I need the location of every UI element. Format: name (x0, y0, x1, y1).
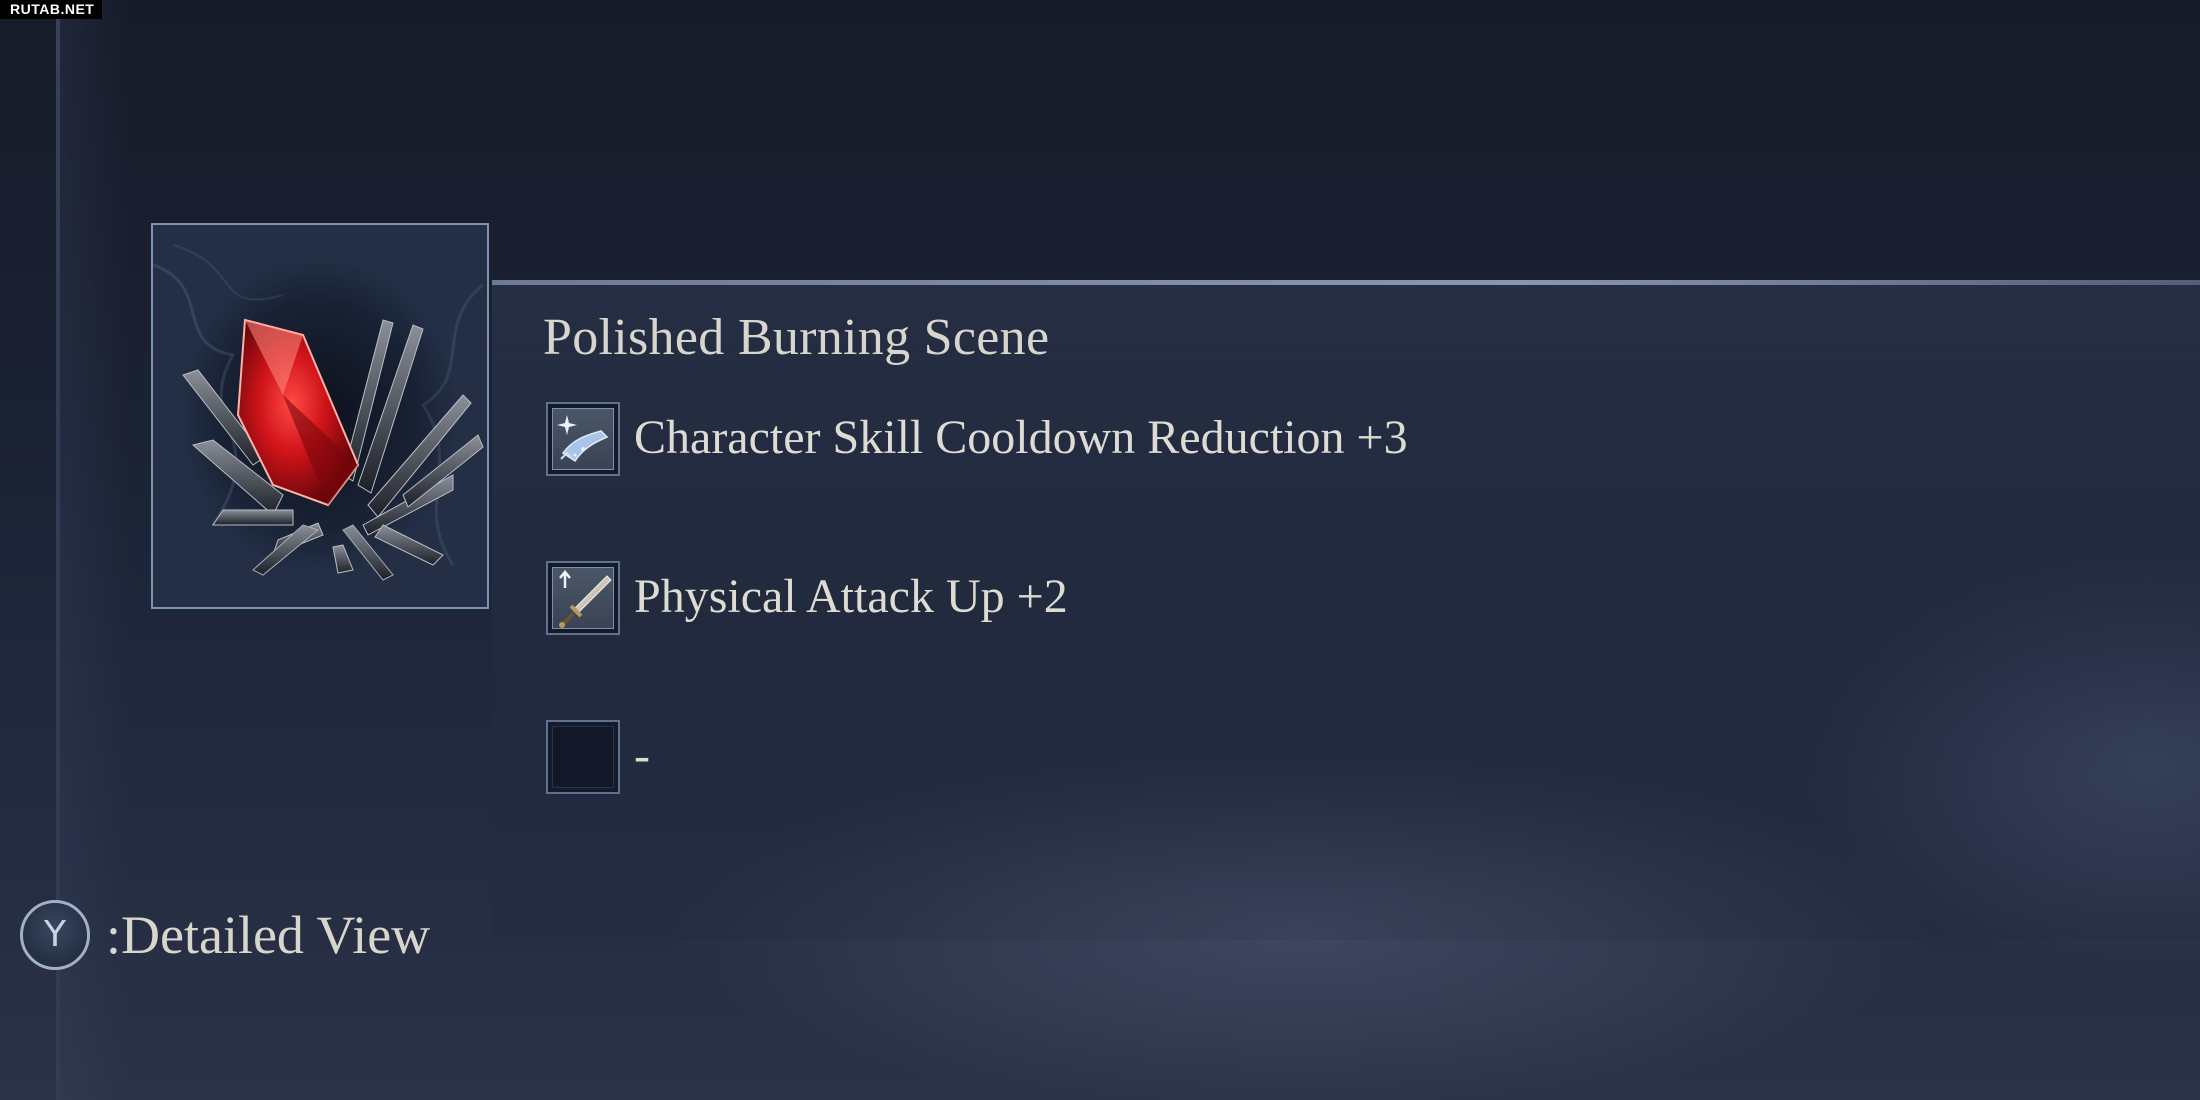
effect-text: Character Skill Cooldown Reduction +3 (634, 411, 1408, 464)
y-button-icon[interactable]: Y (20, 900, 90, 970)
item-name: Polished Burning Scene (543, 309, 1050, 366)
empty-slot-icon (546, 720, 620, 794)
red-crystal-relic-icon (153, 244, 484, 581)
sword-attack-up-icon (546, 561, 620, 635)
effect-text: Physical Attack Up +2 (634, 570, 1068, 623)
watermark-label: RUTAB.NET (0, 0, 103, 19)
panel-divider (492, 280, 2200, 285)
detailed-view-label: :Detailed View (106, 905, 431, 965)
item-image-frame (151, 223, 489, 609)
effect-text: - (634, 729, 650, 782)
skill-cooldown-icon (546, 402, 620, 476)
